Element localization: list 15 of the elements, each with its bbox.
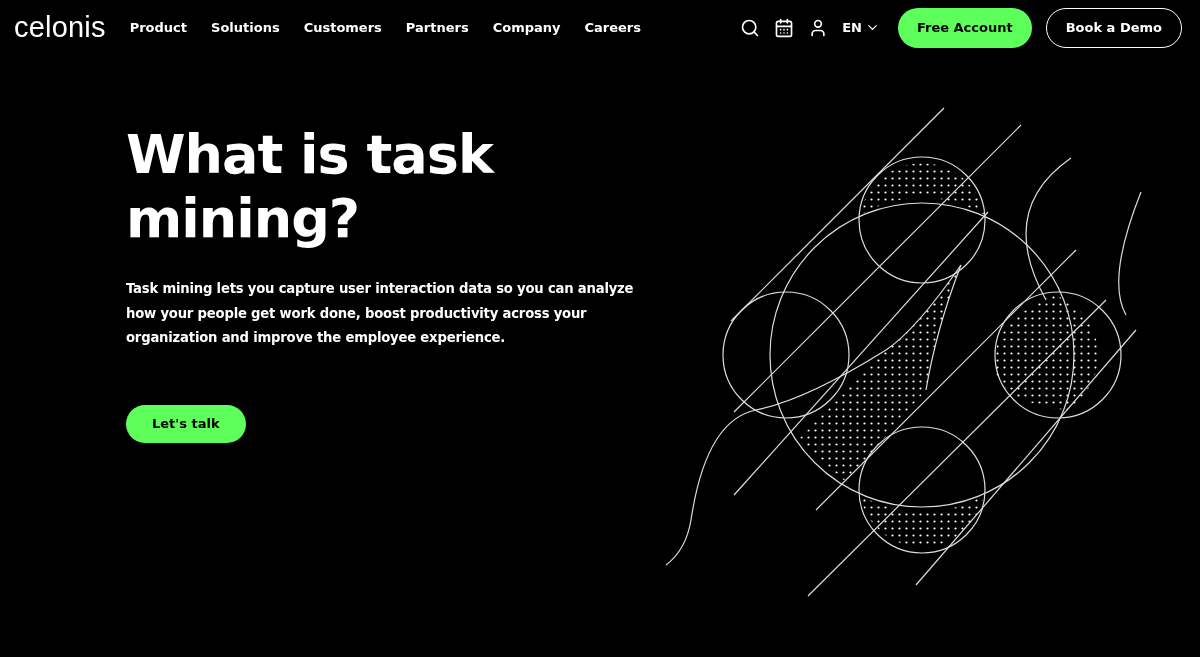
hero-description: Task mining lets you capture user interaction data so you can analyze how your people get work done, boost productivity across your organization and improve the employee experience. — [126, 280, 635, 347]
nav-link[interactable]: Product — [129, 20, 188, 35]
nav-link[interactable]: Careers — [584, 20, 641, 35]
search-icon[interactable] — [740, 17, 761, 38]
nav-link[interactable]: Partners — [405, 20, 469, 35]
book-demo-button[interactable]: Book a Demo — [1045, 7, 1182, 48]
nav-link[interactable]: Solutions — [211, 20, 280, 35]
hero-title: What is task mining? — [126, 123, 496, 251]
language-selector[interactable]: EN — [842, 20, 880, 35]
calendar-icon[interactable] — [774, 17, 795, 38]
celonis-logo[interactable]: celonis — [14, 11, 106, 44]
nav-link[interactable]: Company — [492, 20, 561, 35]
free-account-button[interactable]: Free Account — [897, 7, 1032, 48]
lets-talk-button[interactable]: Let's talk — [126, 404, 246, 443]
nav-link[interactable]: Customers — [303, 20, 382, 35]
